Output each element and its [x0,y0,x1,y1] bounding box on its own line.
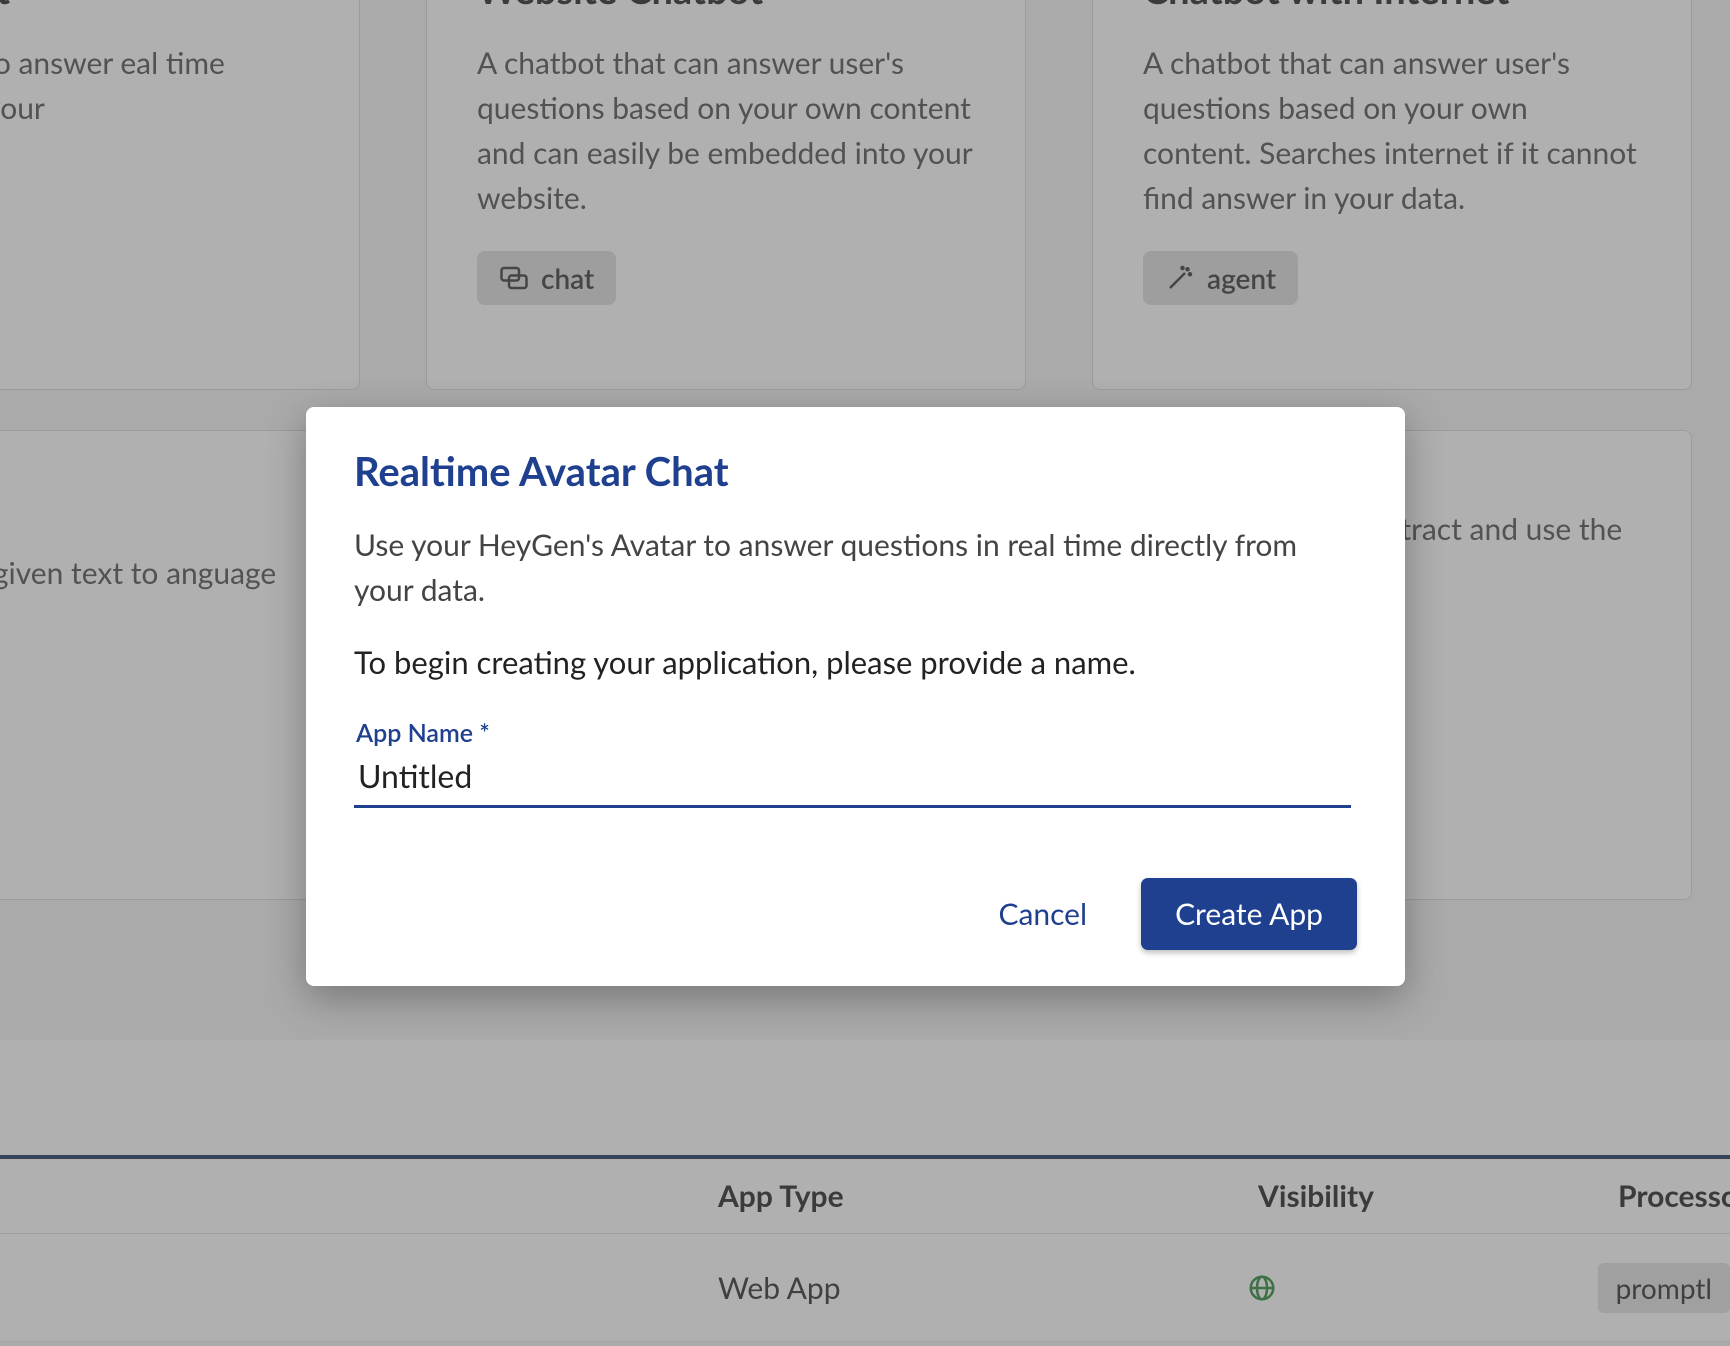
modal-description: Use your HeyGen's Avatar to answer quest… [354,523,1357,613]
app-name-input[interactable] [354,750,1351,808]
modal-title: Realtime Avatar Chat [354,447,1357,495]
app-name-label: App Name * [354,718,1357,748]
create-app-button[interactable]: Create App [1141,878,1357,950]
modal-instruction: To begin creating your application, plea… [354,641,1357,684]
cancel-button[interactable]: Cancel [988,884,1097,944]
create-app-modal: Realtime Avatar Chat Use your HeyGen's A… [306,407,1405,986]
modal-actions: Cancel Create App [354,878,1357,950]
